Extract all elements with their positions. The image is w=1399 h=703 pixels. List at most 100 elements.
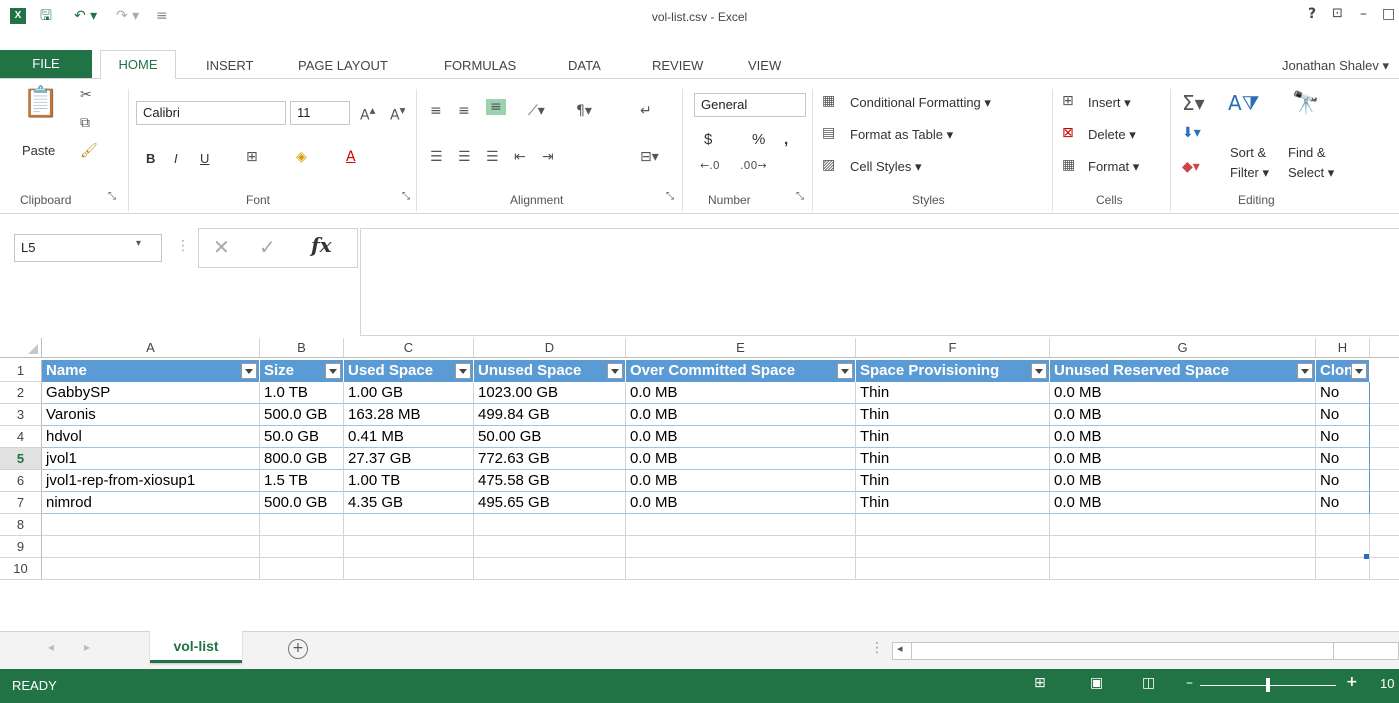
table-cell[interactable]: 50.0 GB bbox=[260, 426, 344, 448]
zoom-in-icon[interactable]: + bbox=[1346, 674, 1358, 690]
maximize-button[interactable]: □ bbox=[1382, 6, 1395, 22]
increase-decimal-icon[interactable]: ←.0 bbox=[700, 159, 720, 172]
align-middle-icon[interactable]: ≡ bbox=[458, 103, 470, 119]
format-as-table-icon[interactable]: ▤ bbox=[822, 125, 835, 141]
horizontal-scrollbar[interactable]: ◂ bbox=[892, 642, 1399, 660]
page-layout-view-icon[interactable]: ▣ bbox=[1090, 675, 1103, 691]
increase-font-icon[interactable]: A▴ bbox=[360, 103, 375, 124]
table-resize-handle[interactable] bbox=[1364, 554, 1369, 559]
clear-icon[interactable]: ◆▾ bbox=[1182, 159, 1200, 175]
row-header[interactable]: 1 bbox=[0, 360, 42, 382]
tab-split-grip-icon[interactable]: ⋮ bbox=[870, 640, 884, 656]
font-size-select[interactable]: 11 bbox=[290, 101, 350, 125]
tab-file[interactable]: FILE bbox=[0, 50, 92, 78]
table-cell[interactable]: 0.0 MB bbox=[626, 492, 856, 514]
empty-cell[interactable] bbox=[1050, 536, 1316, 558]
ribbon-display-icon[interactable]: ⊡ bbox=[1332, 6, 1343, 21]
table-cell[interactable]: 0.0 MB bbox=[626, 382, 856, 404]
empty-cell[interactable] bbox=[626, 558, 856, 580]
empty-cell[interactable] bbox=[42, 536, 260, 558]
empty-cell[interactable] bbox=[1316, 558, 1370, 580]
conditional-formatting-button[interactable]: Conditional Formatting ▾ bbox=[850, 95, 991, 111]
font-launcher-icon[interactable]: ⤡ bbox=[402, 191, 410, 202]
increase-indent-icon[interactable]: ⇥ bbox=[542, 149, 554, 165]
clipboard-launcher-icon[interactable]: ⤡ bbox=[108, 191, 116, 202]
filter-dropdown-icon[interactable] bbox=[1031, 363, 1047, 379]
wrap-text-icon[interactable]: ↵ bbox=[640, 103, 652, 119]
table-cell[interactable]: 4.35 GB bbox=[344, 492, 474, 514]
empty-cell[interactable] bbox=[1316, 514, 1370, 536]
table-header-cell[interactable]: Clone bbox=[1316, 360, 1370, 382]
page-break-view-icon[interactable]: ◫ bbox=[1142, 675, 1155, 691]
fill-color-icon[interactable]: ◈ bbox=[296, 149, 307, 165]
row-header[interactable]: 2 bbox=[0, 382, 42, 404]
user-account[interactable]: Jonathan Shalev ▾ bbox=[1282, 58, 1389, 74]
table-cell[interactable]: No bbox=[1316, 382, 1370, 404]
table-cell[interactable]: jvol1 bbox=[42, 448, 260, 470]
cancel-icon[interactable]: ✕ bbox=[213, 235, 230, 259]
table-cell[interactable]: Thin bbox=[856, 382, 1050, 404]
table-cell[interactable]: 1023.00 GB bbox=[474, 382, 626, 404]
underline-button[interactable]: U bbox=[200, 151, 209, 166]
insert-cells-icon[interactable]: ⊞ bbox=[1062, 93, 1074, 109]
row-header[interactable]: 4 bbox=[0, 426, 42, 448]
delete-cells-icon[interactable]: ⊠ bbox=[1062, 125, 1074, 141]
table-cell[interactable]: 1.5 TB bbox=[260, 470, 344, 492]
empty-cell[interactable] bbox=[344, 558, 474, 580]
table-cell[interactable]: nimrod bbox=[42, 492, 260, 514]
copy-icon[interactable]: ⧉ bbox=[80, 115, 90, 131]
table-cell[interactable]: No bbox=[1316, 426, 1370, 448]
table-cell[interactable]: 0.0 MB bbox=[626, 426, 856, 448]
orientation-icon[interactable]: ⟋▾ bbox=[528, 103, 545, 119]
zoom-level[interactable]: 10 bbox=[1380, 676, 1394, 691]
table-cell[interactable]: Thin bbox=[856, 492, 1050, 514]
table-cell[interactable]: Varonis bbox=[42, 404, 260, 426]
font-name-select[interactable]: Calibri bbox=[136, 101, 286, 125]
table-cell[interactable]: 495.65 GB bbox=[474, 492, 626, 514]
table-cell[interactable]: 0.41 MB bbox=[344, 426, 474, 448]
zoom-out-icon[interactable]: – bbox=[1186, 675, 1193, 691]
row-header[interactable]: 3 bbox=[0, 404, 42, 426]
formula-input[interactable] bbox=[360, 228, 1399, 336]
cut-icon[interactable]: ✂ bbox=[80, 87, 92, 103]
sort-filter-label[interactable]: Sort & bbox=[1230, 145, 1266, 160]
empty-cell[interactable] bbox=[474, 514, 626, 536]
row-header[interactable]: 9 bbox=[0, 536, 42, 558]
find-select-icon[interactable]: 🔭 bbox=[1292, 91, 1319, 116]
enter-icon[interactable]: ✓ bbox=[259, 235, 276, 259]
empty-cell[interactable] bbox=[1370, 514, 1399, 536]
decrease-font-icon[interactable]: A▾ bbox=[390, 103, 405, 124]
empty-cell[interactable] bbox=[260, 514, 344, 536]
find-select-dropdown[interactable]: Select ▾ bbox=[1288, 165, 1334, 181]
row-header[interactable]: 7 bbox=[0, 492, 42, 514]
table-header-cell[interactable]: Unused Reserved Space bbox=[1050, 360, 1316, 382]
table-cell[interactable]: 50.00 GB bbox=[474, 426, 626, 448]
table-header-cell[interactable]: Unused Space bbox=[474, 360, 626, 382]
row-header[interactable]: 10 bbox=[0, 558, 42, 580]
empty-cell[interactable] bbox=[856, 536, 1050, 558]
filter-dropdown-icon[interactable] bbox=[607, 363, 623, 379]
normal-view-icon[interactable]: ⊞ bbox=[1034, 675, 1046, 691]
zoom-slider-thumb[interactable] bbox=[1266, 678, 1270, 692]
table-cell[interactable]: 1.00 GB bbox=[344, 382, 474, 404]
table-cell[interactable]: 0.0 MB bbox=[626, 470, 856, 492]
table-header-cell[interactable]: Size bbox=[260, 360, 344, 382]
tab-data[interactable]: DATA bbox=[568, 58, 601, 73]
tab-view[interactable]: VIEW bbox=[748, 58, 781, 73]
autosum-icon[interactable]: Σ▾ bbox=[1182, 91, 1205, 115]
empty-cell[interactable] bbox=[1370, 492, 1399, 514]
table-cell[interactable]: 0.0 MB bbox=[1050, 426, 1316, 448]
table-cell[interactable]: 163.28 MB bbox=[344, 404, 474, 426]
filter-dropdown-icon[interactable] bbox=[241, 363, 257, 379]
paste-button[interactable]: Paste bbox=[22, 143, 55, 158]
table-cell[interactable]: 500.0 GB bbox=[260, 404, 344, 426]
name-box-dropdown-icon[interactable]: ▾ bbox=[136, 238, 141, 249]
number-launcher-icon[interactable]: ⤡ bbox=[796, 191, 804, 202]
new-sheet-button[interactable]: + bbox=[288, 639, 308, 659]
column-header[interactable]: B bbox=[260, 338, 344, 358]
sort-filter-icon[interactable]: A⧩ bbox=[1228, 91, 1260, 115]
empty-cell[interactable] bbox=[1370, 404, 1399, 426]
cell-styles-icon[interactable]: ▨ bbox=[822, 157, 835, 173]
empty-cell[interactable] bbox=[1370, 448, 1399, 470]
empty-cell[interactable] bbox=[1050, 514, 1316, 536]
